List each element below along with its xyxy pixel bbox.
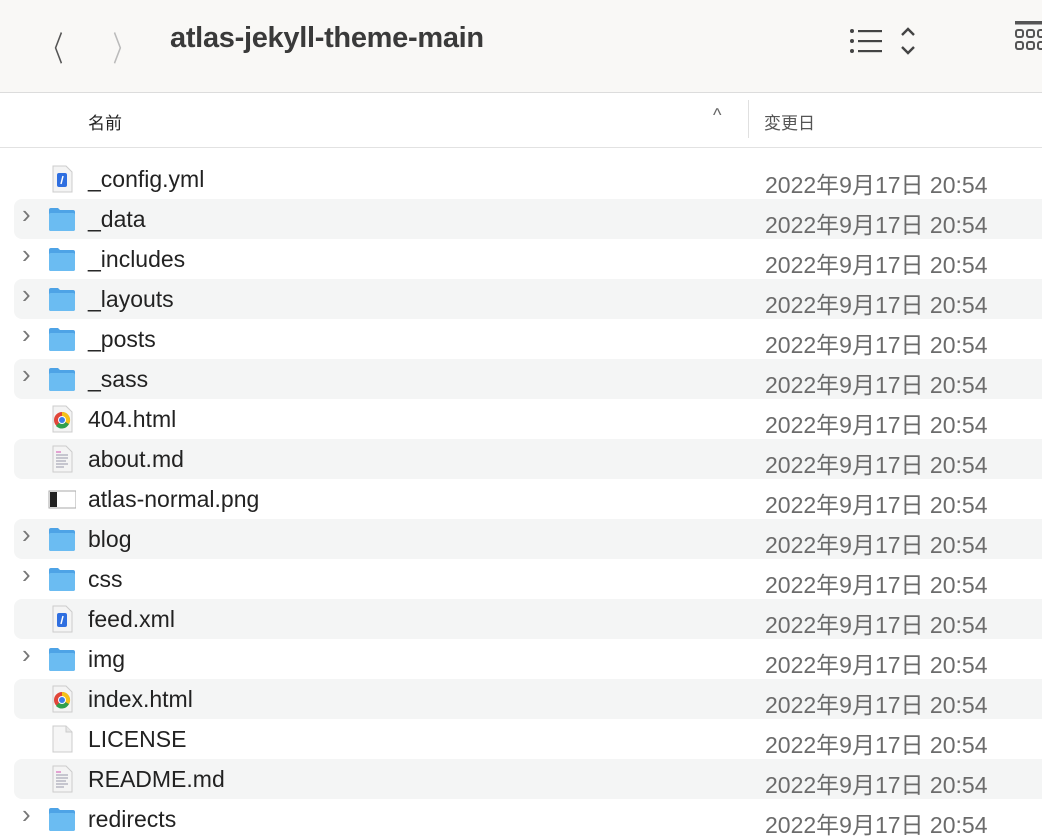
disclosure-chevron-icon[interactable]: ›: [22, 639, 31, 670]
folder-icon: [48, 525, 76, 553]
disclosure-chevron-icon[interactable]: ›: [22, 519, 31, 550]
sort-ascending-icon[interactable]: ^: [713, 105, 721, 126]
file-date: 2022年9月17日 20:54: [765, 812, 988, 838]
file-row[interactable]: › _sass 2022年9月17日 20:54: [14, 359, 1042, 399]
file-name: redirects: [88, 806, 177, 832]
file-date: 2022年9月17日 20:54: [765, 212, 988, 238]
folder-icon: [48, 645, 76, 673]
disclosure-chevron-icon[interactable]: ›: [22, 559, 31, 590]
folder-icon: [48, 565, 76, 593]
file-row[interactable]: › _layouts 2022年9月17日 20:54: [14, 279, 1042, 319]
file-date: 2022年9月17日 20:54: [765, 532, 988, 558]
html-file-icon: [48, 405, 76, 433]
file-name: css: [88, 566, 123, 592]
column-date-modified[interactable]: 変更日: [764, 109, 815, 134]
back-button[interactable]: 〈: [43, 22, 63, 71]
file-name: _config.yml: [88, 166, 205, 192]
file-name: _includes: [88, 246, 186, 272]
file-date: 2022年9月17日 20:54: [765, 452, 988, 478]
file-date: 2022年9月17日 20:54: [765, 612, 988, 638]
file-name: feed.xml: [88, 606, 175, 632]
folder-icon: [48, 325, 76, 353]
file-name: _data: [88, 206, 146, 232]
disclosure-chevron-icon[interactable]: ›: [22, 799, 31, 830]
md-file-icon: [48, 445, 76, 473]
file-row[interactable]: › _data 2022年9月17日 20:54: [14, 199, 1042, 239]
folder-icon: [48, 365, 76, 393]
file-date: 2022年9月17日 20:54: [765, 292, 988, 318]
file-row[interactable]: README.md 2022年9月17日 20:54: [14, 759, 1042, 799]
disclosure-chevron-icon[interactable]: ›: [22, 319, 31, 350]
file-row[interactable]: LICENSE 2022年9月17日 20:54: [14, 719, 1042, 759]
folder-icon: [48, 285, 76, 313]
file-row[interactable]: › _includes 2022年9月17日 20:54: [14, 239, 1042, 279]
file-name: about.md: [88, 446, 184, 472]
column-header: 名前 ^ 変更日: [0, 93, 1042, 148]
file-date: 2022年9月17日 20:54: [765, 332, 988, 358]
file-row[interactable]: › blog 2022年9月17日 20:54: [14, 519, 1042, 559]
file-row[interactable]: index.html 2022年9月17日 20:54: [14, 679, 1042, 719]
disclosure-chevron-icon[interactable]: ›: [22, 279, 31, 310]
file-row[interactable]: 404.html 2022年9月17日 20:54: [14, 399, 1042, 439]
file-date: 2022年9月17日 20:54: [765, 492, 988, 518]
file-name: blog: [88, 526, 132, 552]
file-date: 2022年9月17日 20:54: [765, 252, 988, 278]
html-file-icon: [48, 685, 76, 713]
file-date: 2022年9月17日 20:54: [765, 652, 988, 678]
column-divider[interactable]: [748, 100, 749, 138]
file-name: README.md: [88, 766, 225, 792]
disclosure-chevron-icon[interactable]: ›: [22, 239, 31, 270]
file-date: 2022年9月17日 20:54: [765, 692, 988, 718]
yml-file-icon: [48, 605, 76, 633]
file-date: 2022年9月17日 20:54: [765, 772, 988, 798]
group-view-icon[interactable]: [1014, 20, 1042, 60]
file-row[interactable]: _config.yml 2022年9月17日 20:54: [14, 159, 1042, 199]
window-title: atlas-jekyll-theme-main: [170, 22, 484, 54]
disclosure-chevron-icon[interactable]: ›: [22, 359, 31, 390]
file-row[interactable]: atlas-normal.png 2022年9月17日 20:54: [14, 479, 1042, 519]
file-name: _posts: [88, 326, 156, 352]
md-file-icon: [48, 765, 76, 793]
forward-button[interactable]: 〉: [113, 22, 133, 71]
generic-file-icon: [48, 725, 76, 753]
file-name: _layouts: [88, 286, 174, 312]
disclosure-chevron-icon[interactable]: ›: [22, 199, 31, 230]
file-name: img: [88, 646, 126, 672]
file-list: _config.yml 2022年9月17日 20:54 › _data 2022年9月…: [0, 159, 1042, 839]
file-row[interactable]: › redirects 2022年9月17日 20:54: [14, 799, 1042, 839]
file-name: _sass: [88, 366, 149, 392]
file-row[interactable]: feed.xml 2022年9月17日 20:54: [14, 599, 1042, 639]
file-date: 2022年9月17日 20:54: [765, 412, 988, 438]
toolbar: 〈 〉 atlas-jekyll-theme-main: [0, 0, 1042, 93]
file-name: atlas-normal.png: [88, 486, 260, 512]
file-date: 2022年9月17日 20:54: [765, 732, 988, 758]
png-file-icon: [48, 485, 77, 513]
file-date: 2022年9月17日 20:54: [765, 172, 988, 198]
yml-file-icon: [48, 165, 76, 193]
file-name: LICENSE: [88, 726, 187, 752]
file-date: 2022年9月17日 20:54: [765, 572, 988, 598]
file-row[interactable]: › img 2022年9月17日 20:54: [14, 639, 1042, 679]
file-row[interactable]: › _posts 2022年9月17日 20:54: [14, 319, 1042, 359]
file-date: 2022年9月17日 20:54: [765, 372, 988, 398]
folder-icon: [48, 205, 76, 233]
list-view-icon[interactable]: [848, 24, 923, 58]
file-row[interactable]: about.md 2022年9月17日 20:54: [14, 439, 1042, 479]
file-name: index.html: [88, 686, 193, 712]
file-row[interactable]: › css 2022年9月17日 20:54: [14, 559, 1042, 599]
column-name[interactable]: 名前: [88, 109, 122, 134]
folder-icon: [48, 245, 76, 273]
folder-icon: [48, 805, 76, 833]
file-name: 404.html: [88, 406, 177, 432]
